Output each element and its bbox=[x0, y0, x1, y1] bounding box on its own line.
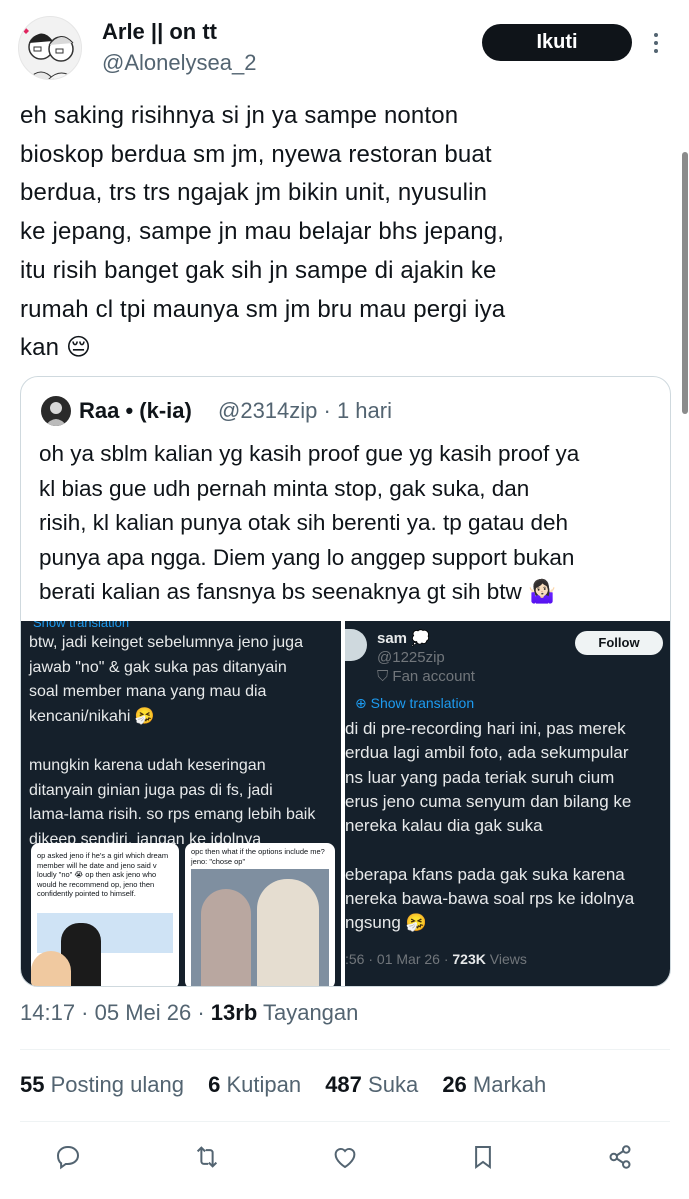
tweet-text: eh saking risihnya si jn ya sampe nonton… bbox=[20, 97, 670, 368]
bookmark-icon[interactable] bbox=[468, 1142, 498, 1172]
media-line: nereka kalau dia gak suka bbox=[345, 816, 543, 836]
fan-account-label: ⛉ Fan account bbox=[377, 668, 475, 685]
media-line: lama-lama risih. so rps emang lebih baik bbox=[29, 806, 316, 824]
quoted-tweet-card[interactable]: Raa • (k-ia) @2314zip · 1 hari oh ya sbl… bbox=[20, 376, 671, 987]
fan-account-text: Fan account bbox=[392, 668, 475, 685]
thumbnail-text: opc then what if the options include me?… bbox=[191, 847, 325, 866]
reposts-count: 55 bbox=[20, 1072, 45, 1097]
author-name[interactable]: Arle || on tt bbox=[102, 19, 217, 45]
bookmarks-count: 26 bbox=[442, 1072, 467, 1097]
scrollbar[interactable] bbox=[682, 152, 688, 414]
embedded-follow-button: Follow bbox=[575, 631, 663, 655]
media-line: mungkin karena udah keseringan bbox=[29, 756, 266, 774]
quoted-author-avatar[interactable] bbox=[41, 396, 71, 426]
fan-account-icon: ⛉ bbox=[377, 668, 393, 685]
embedded-author-handle: @1225zip bbox=[377, 649, 445, 666]
media-line: di di pre-recording hari ini, pas merek bbox=[345, 719, 626, 738]
media-line bbox=[345, 838, 670, 862]
media-line bbox=[29, 729, 341, 754]
divider bbox=[20, 1121, 670, 1122]
likes-count: 487 bbox=[325, 1072, 362, 1097]
views-label: Tayangan bbox=[257, 1000, 359, 1025]
embedded-avatar bbox=[345, 629, 367, 661]
author-handle[interactable]: @Alonelysea_2 bbox=[102, 50, 256, 76]
media-line: nereka bawa-bawa soal rps ke idolnya bbox=[345, 889, 635, 909]
show-translation-text: Show translation bbox=[370, 695, 475, 711]
media-line: erus jeno cuma senyum dan bilang ke bbox=[345, 791, 632, 811]
media-image-left[interactable]: Show translation btw, jadi keinget sebel… bbox=[21, 621, 341, 986]
media-line: kencani/nikahi 🤧 bbox=[29, 707, 155, 725]
tweet-line: itu risih banget gak sih jn sampe di aja… bbox=[20, 256, 497, 284]
reposts-stat[interactable]: 55 Posting ulang bbox=[20, 1072, 184, 1097]
bookmarks-label: Markah bbox=[472, 1072, 547, 1097]
reply-icon[interactable] bbox=[53, 1142, 83, 1172]
tweet-line: ke jepang, sampe jn mau belajar bhs jepa… bbox=[20, 218, 505, 246]
thumbnail-photo bbox=[191, 869, 329, 986]
media-line: ditanyain ginian juga pas di fs, jadi bbox=[29, 781, 273, 799]
thumbnail-photo bbox=[37, 913, 173, 953]
reposts-label: Posting ulang bbox=[50, 1072, 184, 1097]
media-line: soal member mana yang mau dia bbox=[29, 683, 267, 701]
follow-button[interactable]: Ikuti bbox=[482, 24, 632, 61]
quotes-stat[interactable]: 6 Kutipan bbox=[208, 1072, 301, 1097]
media-line: ngsung 🤧 bbox=[345, 913, 427, 933]
quoted-author-handle-time[interactable]: @2314zip · 1 hari bbox=[218, 398, 392, 424]
media-left-text: btw, jadi keinget sebelumnya jeno juga j… bbox=[29, 631, 341, 852]
repost-icon[interactable] bbox=[192, 1142, 222, 1172]
tweet-line: berdua, trs trs ngajak jm bikin unit, ny… bbox=[20, 179, 488, 207]
tweet-timestamp[interactable]: 14:17 · 05 Mei 26 · 13rb Tayangan bbox=[20, 1000, 358, 1026]
embedded-screenshot-thumbnail: op asked jeno if he's a girl which dream… bbox=[31, 843, 179, 986]
tweet-line: bioskop berdua sm jm, nyewa restoran bua… bbox=[20, 140, 492, 168]
embedded-views-count: 723K bbox=[452, 951, 486, 967]
globe-icon: ⊕ bbox=[355, 695, 371, 711]
embedded-show-translation: ⊕ Show translation bbox=[355, 695, 474, 712]
bookmarks-stat[interactable]: 26 Markah bbox=[442, 1072, 546, 1097]
media-line: jawab "no" & gak suka pas ditanyain bbox=[29, 658, 287, 676]
views-count: 13rb bbox=[210, 1000, 258, 1025]
more-options-icon[interactable] bbox=[648, 30, 664, 56]
embedded-views-label: Views bbox=[485, 951, 527, 967]
tweet-line: eh saking risihnya si jn ya sampe nonton bbox=[20, 102, 459, 129]
embedded-time: :56 · 01 Mar 26 · bbox=[345, 951, 453, 967]
media-right-text: di di pre-recording hari ini, pas merek … bbox=[345, 717, 670, 936]
media-line: ns luar yang pada teriak suruh cium bbox=[345, 767, 615, 787]
engagement-stats: 55 Posting ulang 6 Kutipan 487 Suka 26 M… bbox=[20, 1072, 564, 1098]
likes-stat[interactable]: 487 Suka bbox=[325, 1072, 418, 1097]
time-date: 14:17 · 05 Mei 26 · bbox=[20, 1000, 211, 1025]
quote-line: oh ya sblm kalian yg kasih proof gue yg … bbox=[39, 441, 580, 466]
quotes-count: 6 bbox=[208, 1072, 221, 1097]
embedded-meta: :56 · 01 Mar 26 · 723K Views bbox=[345, 951, 527, 967]
media-line: erdua lagi ambil foto, ada sekumpular bbox=[345, 743, 629, 763]
quotes-label: Kutipan bbox=[226, 1072, 302, 1097]
quote-line: berati kalian as fansnya bs seenaknya gt… bbox=[39, 579, 557, 605]
quote-line: risih, kl kalian punya otak sih berenti … bbox=[39, 510, 569, 536]
like-icon[interactable] bbox=[330, 1142, 360, 1172]
quoted-author-name[interactable]: Raa • (k-ia) bbox=[79, 398, 192, 424]
media-line: eberapa kfans pada gak suka karena bbox=[345, 864, 625, 884]
share-icon[interactable] bbox=[605, 1142, 635, 1172]
tweet-line: rumah cl tpi maunya sm jm bru mau pergi … bbox=[20, 295, 506, 323]
author-avatar[interactable] bbox=[18, 16, 82, 80]
tweet-line: kan 😔 bbox=[20, 334, 92, 362]
likes-label: Suka bbox=[368, 1072, 419, 1097]
divider bbox=[20, 1049, 670, 1050]
quote-line: punya apa ngga. Diem yang lo anggep supp… bbox=[39, 544, 575, 570]
embedded-screenshot-thumbnail: opc then what if the options include me?… bbox=[185, 843, 335, 986]
show-translation-link: Show translation bbox=[33, 621, 130, 630]
quoted-tweet-text: oh ya sblm kalian yg kasih proof gue yg … bbox=[39, 437, 664, 610]
thumbnail-text: op asked jeno if he's a girl which dream… bbox=[37, 851, 169, 898]
thumbnail-figure bbox=[31, 951, 71, 986]
media-line: btw, jadi keinget sebelumnya jeno juga bbox=[29, 634, 303, 651]
quote-line: kl bias gue udh pernah minta stop, gak s… bbox=[39, 475, 530, 501]
media-image-right[interactable]: sam 💭 @1225zip ⛉ Fan account Follow ⊕ Sh… bbox=[345, 621, 670, 986]
embedded-author-name: sam 💭 bbox=[377, 630, 430, 647]
